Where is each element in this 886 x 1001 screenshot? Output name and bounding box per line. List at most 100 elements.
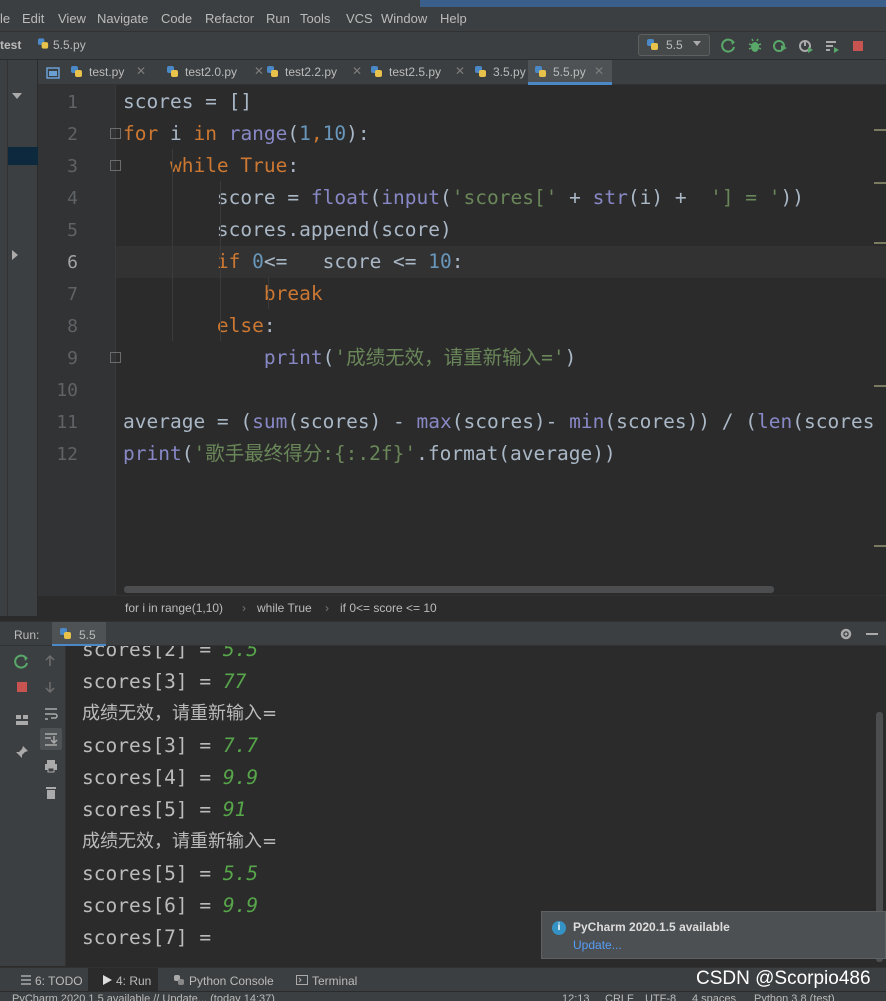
breadcrumb-separator: ›	[242, 601, 246, 615]
code-line: scores = []	[123, 86, 252, 118]
scroll-to-end-toggle[interactable]	[40, 728, 62, 750]
run-tab-5-5[interactable]: 5.5	[52, 622, 106, 647]
tooltab-todo[interactable]: 6: TODO	[35, 974, 83, 988]
menu-navigate[interactable]: Navigate	[97, 11, 148, 26]
tooltab-terminal[interactable]: Terminal	[312, 974, 357, 988]
tree-expand-icon[interactable]	[12, 93, 22, 99]
tab-test-py[interactable]: test.py ✕	[64, 60, 160, 85]
error-stripe-mark[interactable]	[874, 129, 886, 131]
console-line: scores[3] = 7.7	[82, 730, 258, 762]
stop-icon[interactable]	[850, 38, 866, 54]
line-number: 1	[67, 92, 78, 113]
menu-window[interactable]: Window	[381, 11, 427, 26]
code-token: ))	[780, 186, 805, 209]
status-encoding[interactable]: UTF-8	[645, 993, 676, 1001]
menu-tools[interactable]: Tools	[300, 11, 330, 26]
pycharm-window: le Edit View Navigate Code Refactor Run …	[0, 0, 886, 1001]
concurrency-icon[interactable]	[824, 38, 840, 54]
console-user-input: 91	[222, 798, 247, 821]
run-configuration-selector[interactable]: 5.5	[638, 34, 710, 56]
tooltab-python-console[interactable]: Python Console	[189, 974, 274, 988]
tab-test2-2-py[interactable]: test2.2.py ✕	[260, 60, 364, 85]
code-token: min	[569, 410, 605, 433]
code-token: float	[310, 186, 370, 209]
menu-view[interactable]: View	[58, 11, 86, 26]
close-icon[interactable]: ✕	[594, 64, 604, 78]
code-token: range	[228, 122, 288, 145]
code-token: '歌手最终得分:{:.2f}'	[193, 442, 417, 465]
tab-test2-5-py[interactable]: test2.5.py ✕	[364, 60, 468, 85]
code-token: <= score <=	[263, 250, 429, 273]
code-line: for i in range(1,10):	[123, 118, 370, 150]
code-token: print	[123, 442, 182, 465]
arrow-up-icon[interactable]	[43, 654, 57, 668]
code-token: :	[263, 314, 276, 337]
nav-file[interactable]: 5.5.py	[53, 38, 86, 52]
print-icon[interactable]	[43, 758, 59, 774]
breadcrumb-if[interactable]: if 0<= score <= 10	[340, 601, 437, 615]
scroll-to-end-icon	[45, 733, 58, 746]
fold-marker-icon[interactable]	[110, 352, 121, 363]
nav-project[interactable]: test	[0, 38, 21, 52]
code-line: while True:	[123, 150, 299, 182]
status-line-separator[interactable]: CRLF	[605, 993, 634, 1001]
minimize-icon[interactable]	[866, 633, 878, 635]
close-icon[interactable]: ✕	[136, 64, 146, 78]
close-icon[interactable]: ✕	[352, 64, 362, 78]
error-stripe-mark[interactable]	[874, 545, 886, 547]
status-interpreter[interactable]: Python 3.8 (test)	[754, 993, 835, 1001]
fold-marker-icon[interactable]	[110, 128, 121, 139]
error-stripe-mark[interactable]	[874, 385, 886, 387]
debug-icon[interactable]	[747, 38, 763, 54]
tab-test2-0-py[interactable]: test2.0.py ✕	[160, 60, 264, 85]
menu-code[interactable]: Code	[161, 11, 192, 26]
pin-icon[interactable]	[14, 744, 30, 760]
menu-refactor[interactable]: Refactor	[205, 11, 254, 26]
menu-help[interactable]: Help	[440, 11, 467, 26]
code-token: while	[169, 154, 229, 177]
rerun-icon[interactable]	[14, 654, 30, 670]
trash-icon[interactable]	[43, 784, 59, 800]
console-output-text: scores[3] =	[82, 734, 223, 757]
close-icon[interactable]: ✕	[455, 64, 465, 78]
code-line: if 0<= score <= 10:	[123, 246, 464, 278]
line-number: 6	[67, 252, 78, 273]
rerun-icon[interactable]	[721, 38, 737, 54]
tab-label: test2.5.py	[389, 65, 442, 79]
arrow-down-icon[interactable]	[43, 680, 57, 694]
status-position[interactable]: 12:13	[562, 993, 590, 1001]
editor-horizontal-scrollbar[interactable]	[124, 586, 774, 593]
console-user-input: 5.5	[222, 862, 259, 885]
tooltab-run[interactable]: 4: Run	[116, 974, 151, 988]
menu-edit[interactable]: Edit	[22, 11, 44, 26]
code-token: (scores	[792, 410, 875, 433]
error-stripe-mark[interactable]	[874, 182, 886, 184]
tree-collapse-icon[interactable]	[12, 250, 18, 260]
menu-file[interactable]: le	[0, 11, 10, 26]
layout-icon[interactable]	[14, 712, 30, 728]
fold-marker-icon[interactable]	[110, 160, 121, 171]
tab-label: 5.5.py	[553, 65, 586, 79]
profile-icon[interactable]	[798, 38, 814, 54]
soft-wrap-icon[interactable]	[43, 706, 59, 722]
breadcrumb-while[interactable]: while True	[257, 601, 312, 615]
status-message[interactable]: PyCharm 2020.1.5 available // Update... …	[12, 993, 275, 1001]
menu-vcs[interactable]: VCS	[346, 11, 373, 26]
menu-run[interactable]: Run	[266, 11, 290, 26]
gear-icon[interactable]	[839, 627, 853, 641]
status-indent[interactable]: 4 spaces	[692, 993, 736, 1001]
breadcrumb-for[interactable]: for i in range(1,10)	[125, 601, 223, 615]
code-editor[interactable]: 1 2 3 4 5 6 7 8 9 10 11 12 scores = [] for i in rang…	[38, 85, 886, 595]
coverage-icon[interactable]	[772, 38, 788, 54]
console-line: scores[5] = 91	[82, 794, 246, 826]
update-link[interactable]: Update...	[573, 938, 622, 952]
tab-5-5-py[interactable]: 5.5.py ✕	[528, 60, 612, 85]
python-file-icon	[475, 66, 486, 77]
code-token: ,	[310, 122, 323, 145]
code-token: )	[564, 346, 577, 369]
stop-icon[interactable]	[14, 679, 30, 695]
error-stripe-mark[interactable]	[874, 242, 886, 244]
tab-list-icon[interactable]	[46, 66, 60, 80]
